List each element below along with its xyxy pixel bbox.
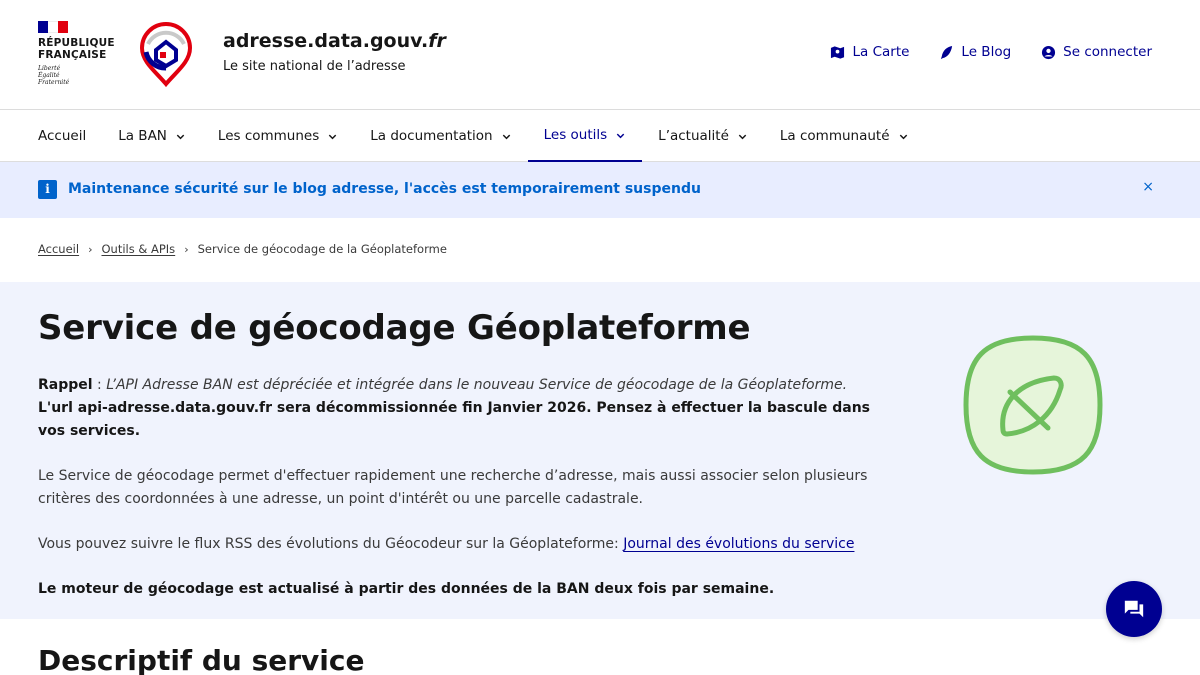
- se-connecter-label: Se connecter: [1063, 44, 1152, 60]
- hero-paragraph-2: Vous pouvez suivre le flux RSS des évolu…: [38, 536, 624, 552]
- breadcrumb-outils-apis[interactable]: Outils & APIs: [101, 242, 175, 256]
- close-icon[interactable]: ×: [1142, 179, 1154, 195]
- motto-line-3: Fraternité: [38, 79, 70, 86]
- quick-links: La Carte Le Blog Se connecter: [830, 44, 1152, 60]
- rf-line-2: FRANÇAISE: [38, 49, 107, 61]
- le-blog-label: Le Blog: [961, 44, 1012, 60]
- page-title: Service de géocodage Géoplateforme: [38, 308, 751, 348]
- nav-item-accueil[interactable]: Accueil: [22, 110, 102, 162]
- la-carte-link[interactable]: La Carte: [830, 44, 909, 60]
- nav-item-l-actualit[interactable]: L’actualité: [642, 110, 764, 162]
- le-blog-link[interactable]: Le Blog: [939, 44, 1011, 60]
- chevron-right-icon: ›: [184, 242, 189, 256]
- feather-icon: [941, 45, 953, 59]
- nav-item-label: L’actualité: [658, 128, 729, 144]
- chat-icon: [1124, 600, 1144, 618]
- nav-item-les-outils[interactable]: Les outils: [527, 110, 643, 162]
- main-navigation: Accueil La BAN Les communes La documentatio…: [0, 110, 1200, 162]
- nav-item-label: Les outils: [543, 127, 608, 143]
- la-carte-label: La Carte: [852, 44, 910, 60]
- nav-item-la-ban[interactable]: La BAN: [102, 110, 202, 162]
- chevron-down-icon: [738, 134, 747, 139]
- nav-item-les-communes[interactable]: Les communes: [202, 110, 354, 162]
- maintenance-notice: i Maintenance sécurité sur le blog adres…: [0, 162, 1200, 218]
- rappel-sep: :: [92, 377, 107, 393]
- chat-button[interactable]: [1106, 581, 1162, 637]
- se-connecter-link[interactable]: Se connecter: [1041, 44, 1152, 60]
- hero-paragraph-3: Le moteur de géocodage est actualisé à p…: [38, 581, 775, 597]
- hero-section: Service de géocodage Géoplateforme Rappe…: [0, 282, 1200, 619]
- chevron-down-icon: [502, 134, 510, 139]
- motto-line-1: Liberté: [38, 65, 61, 72]
- journal-evolutions-link[interactable]: Journal des évolutions du service: [623, 536, 854, 552]
- adresse-pin-logo-icon[interactable]: [138, 22, 194, 88]
- french-flag-icon: [38, 21, 68, 33]
- geocoding-illustration-icon: [963, 335, 1103, 475]
- republique-francaise-logo[interactable]: RÉPUBLIQUE FRANÇAISE Liberté Égalité Fra…: [38, 21, 118, 86]
- rf-line-1: RÉPUBLIQUE: [38, 37, 115, 49]
- nav-item-la-communaut[interactable]: La communauté: [764, 110, 925, 162]
- hero-body: Rappel : L’API Adresse BAN est dépréciée…: [38, 374, 898, 623]
- breadcrumb: Accueil › Outils & APIs › Service de géo…: [38, 242, 447, 256]
- nav-item-label: La communauté: [779, 128, 890, 144]
- breadcrumb-current: Service de géocodage de la Géoplateforme: [197, 242, 447, 256]
- info-icon: i: [38, 180, 57, 199]
- site-tagline: Le site national de l’adresse: [223, 59, 406, 74]
- notice-text: Maintenance sécurité sur le blog adresse…: [68, 181, 701, 197]
- nav-item-label: Les communes: [217, 128, 320, 144]
- rappel-bold-text: L'url api-adresse.data.gouv.fr sera déco…: [38, 400, 871, 439]
- chevron-down-icon: [176, 134, 185, 139]
- nav-item-label: La documentation: [370, 128, 493, 144]
- section-title: Descriptif du service: [38, 644, 365, 675]
- rappel-label: Rappel: [38, 377, 93, 393]
- rappel-text: L’API Adresse BAN est dépréciée et intég…: [106, 377, 848, 393]
- nav-item-label: Accueil: [38, 128, 87, 144]
- chevron-down-icon: [329, 134, 337, 139]
- site-name[interactable]: adresse.data.gouv.fr: [223, 30, 446, 52]
- chevron-right-icon: ›: [88, 242, 93, 256]
- breadcrumb-accueil[interactable]: Accueil: [38, 242, 79, 256]
- nav-item-label: La BAN: [118, 128, 167, 144]
- hero-paragraph-1: Le Service de géocodage permet d'effectu…: [38, 468, 868, 507]
- nav-item-la-documentation[interactable]: La documentation: [354, 110, 527, 162]
- motto-line-2: Égalité: [38, 72, 60, 79]
- user-icon: [1042, 45, 1056, 59]
- site-header: RÉPUBLIQUE FRANÇAISE Liberté Égalité Fra…: [0, 0, 1200, 110]
- map-icon: [831, 45, 845, 59]
- chevron-down-icon: [616, 133, 625, 138]
- chevron-down-icon: [899, 134, 907, 139]
